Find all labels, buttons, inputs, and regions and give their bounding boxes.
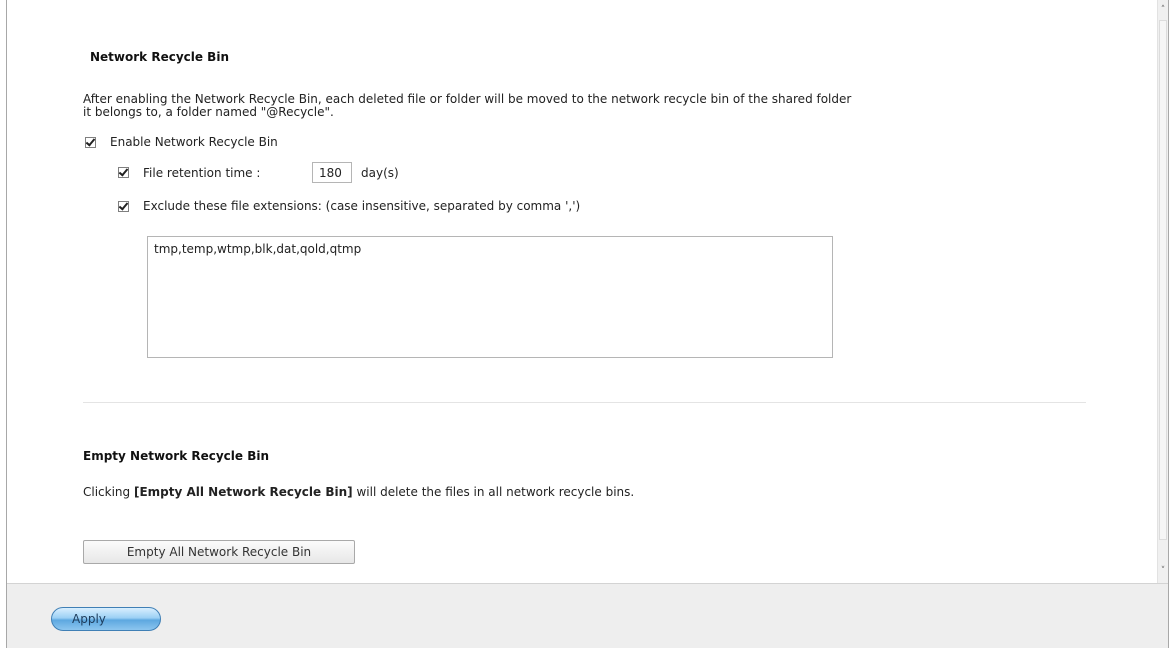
enable-recycle-bin-label: Enable Network Recycle Bin <box>110 135 278 149</box>
exclude-extensions-checkbox[interactable] <box>118 201 129 212</box>
settings-content: Network Recycle Bin After enabling the N… <box>7 0 1157 583</box>
retention-time-label: File retention time : <box>143 166 261 180</box>
footer-bar: Apply <box>7 583 1168 648</box>
vertical-scrollbar[interactable]: ˄ ˅ <box>1157 0 1168 583</box>
empty-desc-prefix: Clicking <box>83 485 134 499</box>
empty-all-recycle-bin-button[interactable]: Empty All Network Recycle Bin <box>83 540 355 564</box>
empty-recycle-bin-description: Clicking [Empty All Network Recycle Bin]… <box>83 486 634 499</box>
enable-recycle-bin-checkbox[interactable] <box>85 137 96 148</box>
chevron-down-icon[interactable]: ˅ <box>1158 565 1168 577</box>
exclude-extensions-label: Exclude these file extensions: (case ins… <box>143 199 581 213</box>
recycle-bin-title: Network Recycle Bin <box>90 50 229 64</box>
chevron-up-icon[interactable]: ˄ <box>1158 4 1168 16</box>
empty-desc-bold: [Empty All Network Recycle Bin] <box>133 485 353 499</box>
empty-recycle-bin-title: Empty Network Recycle Bin <box>83 449 270 463</box>
excluded-extensions-textarea[interactable]: tmp,temp,wtmp,blk,dat,qold,qtmp <box>147 236 833 358</box>
retention-time-checkbox[interactable] <box>118 167 129 178</box>
empty-desc-suffix: will delete the files in all network rec… <box>352 485 635 499</box>
apply-button[interactable]: Apply <box>51 607 161 631</box>
settings-window: Network Recycle Bin After enabling the N… <box>6 0 1169 648</box>
retention-days-input[interactable] <box>312 162 352 183</box>
scrollbar-thumb[interactable] <box>1159 20 1167 540</box>
recycle-bin-description-line2: it belongs to, a folder named "@Recycle"… <box>83 105 334 119</box>
retention-unit-label: day(s) <box>361 166 399 180</box>
section-divider <box>83 402 1086 403</box>
